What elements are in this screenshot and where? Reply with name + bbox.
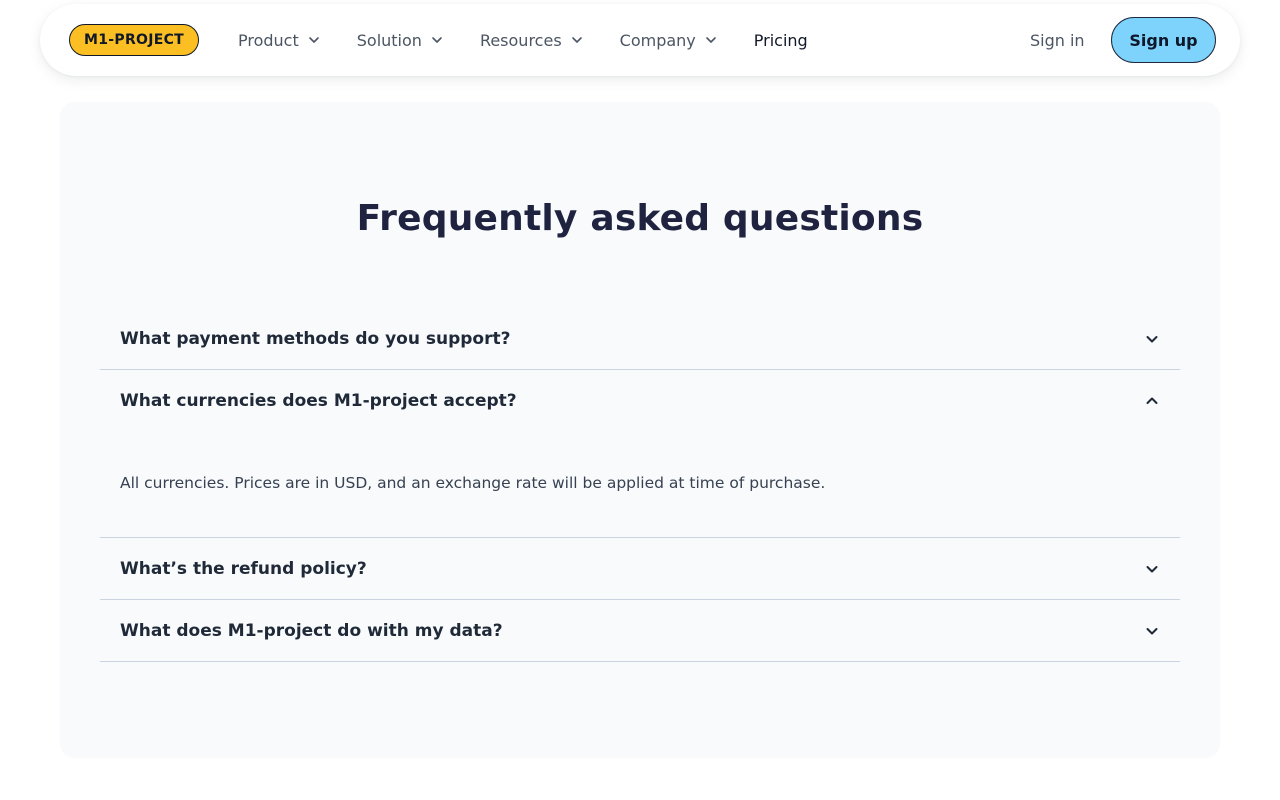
faq-question: What’s the refund policy? (120, 558, 367, 579)
faq-item: What’s the refund policy? (100, 538, 1180, 600)
chevron-down-icon (1146, 565, 1158, 572)
nav-item-company[interactable]: Company (620, 31, 717, 50)
faq-item-expanded: What currencies does M1-project accept? … (100, 370, 1180, 538)
nav-item-label: Resources (479, 30, 562, 50)
faq-item: What payment methods do you support? (100, 308, 1180, 370)
nav-item-label: Product (238, 30, 299, 50)
faq-section: Frequently asked questions What payment … (60, 102, 1220, 758)
nav-item-label: Pricing (753, 30, 808, 50)
nav-item-label: Solution (356, 30, 422, 50)
faq-list: What payment methods do you support? Wha… (100, 308, 1180, 662)
faq-answer: All currencies. Prices are in USD, and a… (120, 474, 826, 492)
sign-in-link[interactable]: Sign in (1030, 4, 1085, 76)
faq-question: What payment methods do you support? (120, 328, 511, 349)
nav-item-product[interactable]: Product (238, 31, 320, 50)
main-nav: Product Solution Resources Company Prici… (238, 4, 845, 76)
faq-question-toggle[interactable]: What payment methods do you support? (100, 308, 1180, 369)
faq-question-toggle[interactable]: What’s the refund policy? (100, 538, 1180, 599)
chevron-down-icon (432, 37, 442, 43)
chevron-down-icon (1146, 627, 1158, 634)
nav-item-solution[interactable]: Solution (357, 31, 443, 50)
faq-question: What does M1-project do with my data? (120, 620, 503, 641)
chevron-down-icon (571, 37, 582, 43)
chevron-up-icon (1146, 397, 1158, 404)
chevron-down-icon (1146, 335, 1158, 342)
nav-item-resources[interactable]: Resources (480, 31, 583, 50)
faq-question-toggle[interactable]: What does M1-project do with my data? (100, 600, 1180, 661)
faq-title: Frequently asked questions (356, 198, 924, 239)
nav-item-label: Company (619, 30, 696, 50)
faq-question-toggle[interactable]: What currencies does M1-project accept? (100, 370, 1180, 431)
faq-question: What currencies does M1-project accept? (120, 390, 517, 411)
chevron-down-icon (705, 37, 716, 43)
chevron-down-icon (308, 37, 319, 43)
sign-up-button[interactable]: Sign up (1111, 17, 1216, 63)
logo[interactable]: M1-PROJECT (69, 24, 200, 56)
faq-item: What does M1-project do with my data? (100, 600, 1180, 662)
nav-item-pricing[interactable]: Pricing (754, 31, 808, 50)
top-navbar: M1-PROJECT Product Solution Resources Co… (40, 4, 1240, 76)
